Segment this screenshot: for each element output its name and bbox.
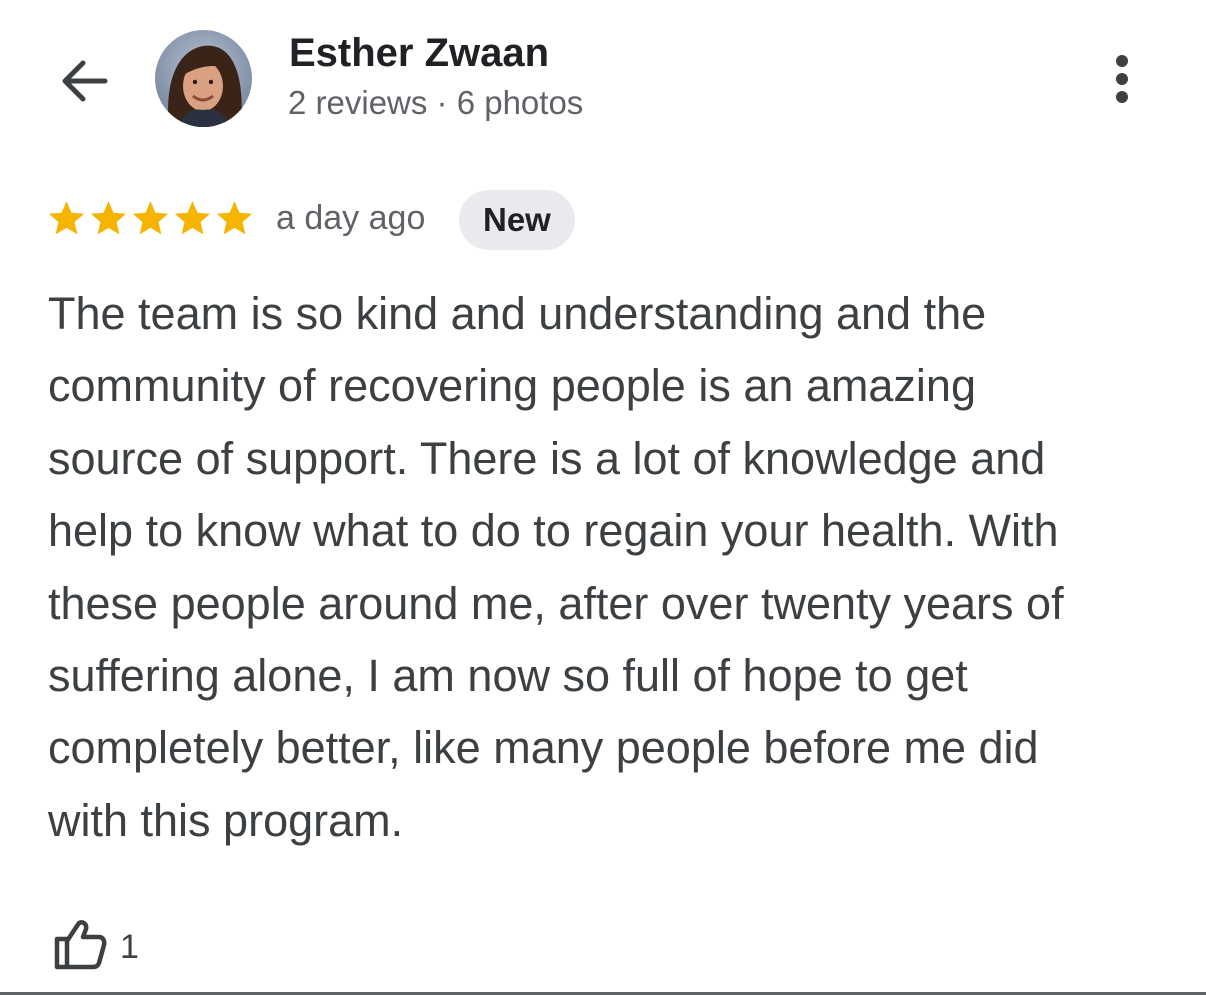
more-vert-icon bbox=[1116, 55, 1128, 103]
review-text: The team is so kind and understanding an… bbox=[48, 278, 1158, 857]
star-icon bbox=[48, 201, 85, 235]
star-icon bbox=[132, 201, 169, 235]
star-icon bbox=[174, 201, 211, 235]
star-rating bbox=[46, 198, 255, 239]
back-button[interactable] bbox=[50, 48, 116, 114]
review-text-line: source of support. There is a lot of kno… bbox=[48, 432, 1046, 484]
review-text-line: suffering alone, I am now so full of hop… bbox=[48, 650, 968, 702]
avatar[interactable] bbox=[155, 30, 252, 127]
author-name[interactable]: Esther Zwaan bbox=[289, 31, 549, 76]
more-options-button[interactable] bbox=[1100, 46, 1144, 112]
thumbs-up-icon bbox=[54, 920, 107, 970]
review-text-line: community of recovering people is an ama… bbox=[48, 360, 976, 412]
like-button[interactable] bbox=[50, 914, 110, 974]
star-icon bbox=[90, 201, 127, 235]
review-text-line: with this program. bbox=[48, 794, 404, 846]
avatar-photo bbox=[155, 30, 252, 127]
arrow-left-icon bbox=[62, 60, 108, 102]
new-badge: New bbox=[459, 190, 575, 250]
review-text-line: help to know what to do to regain your h… bbox=[48, 505, 1059, 557]
like-count: 1 bbox=[120, 928, 139, 966]
author-meta: 2 reviews · 6 photos bbox=[288, 84, 584, 121]
star-icon bbox=[216, 201, 253, 235]
review-text-line: completely better, like many people befo… bbox=[48, 722, 1039, 774]
review-text-line: The team is so kind and understanding an… bbox=[48, 288, 987, 339]
review-text-line: these people around me, after over twent… bbox=[48, 577, 1064, 629]
review-time: a day ago bbox=[276, 199, 426, 237]
review-page: Esther Zwaan 2 reviews · 6 photos a day … bbox=[0, 0, 1206, 995]
